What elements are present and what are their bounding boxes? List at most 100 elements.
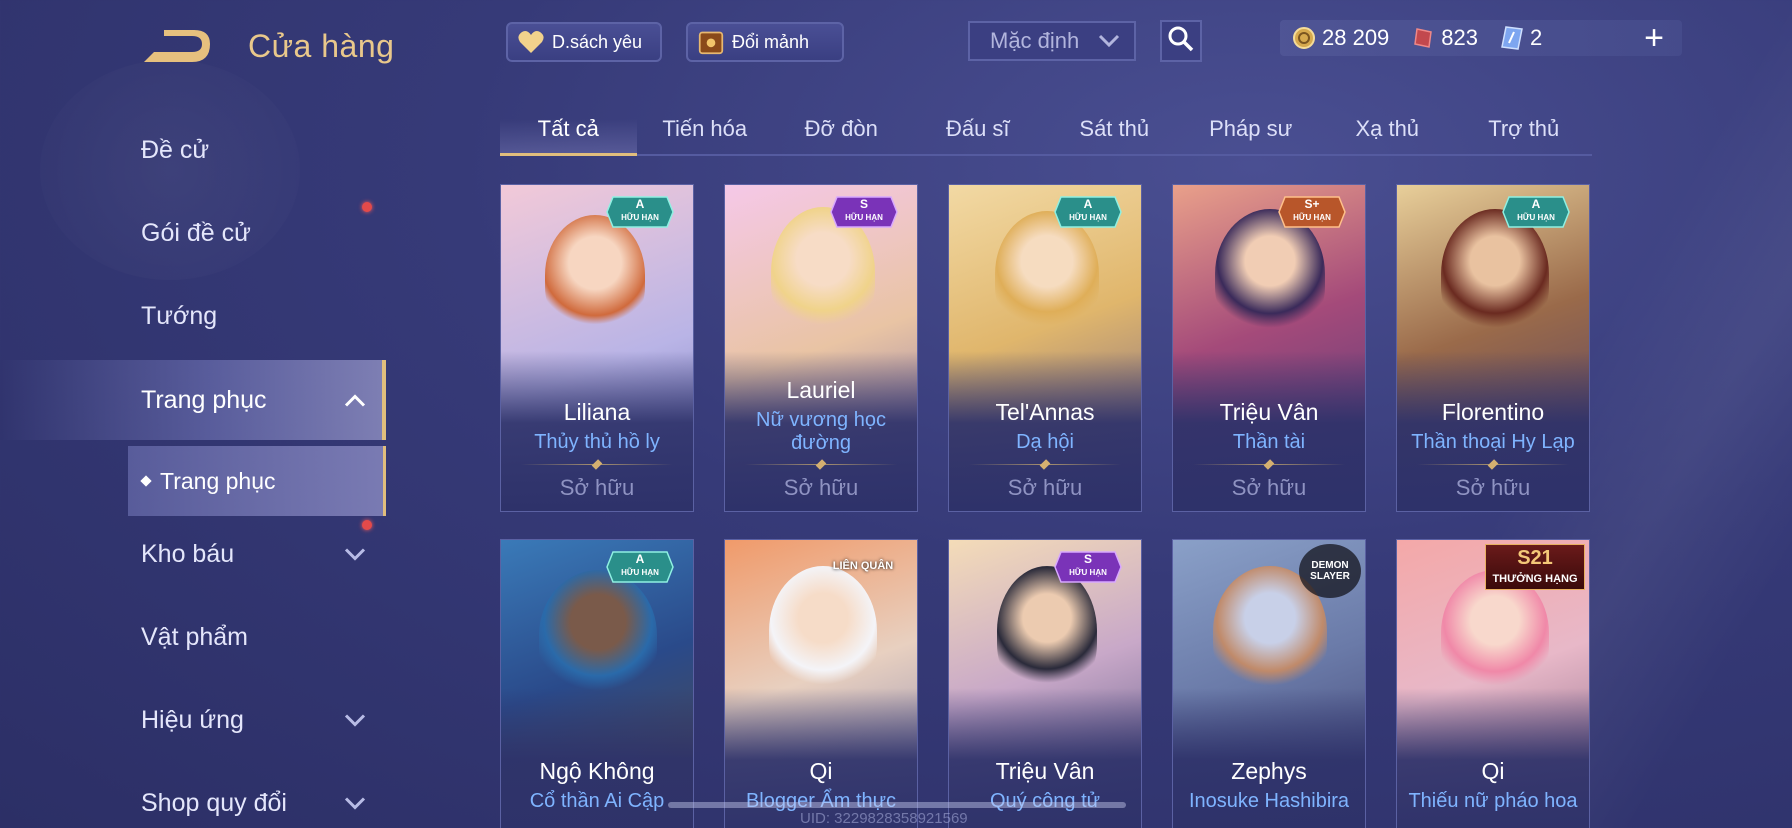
rank-badge: S HỮU HẠN: [829, 195, 899, 229]
rank-letter: A: [635, 552, 645, 566]
hero-name: Qi: [1481, 758, 1505, 784]
exchange-fragments-button[interactable]: Đổi mảnh: [686, 22, 844, 62]
skin-card[interactable]: A HỮU HẠN Florentino Thần thoại Hy Lạp S…: [1396, 184, 1590, 512]
skin-card[interactable]: S HỮU HẠN Triệu Vân Quý công tử: [948, 539, 1142, 828]
back-button[interactable]: [140, 28, 216, 68]
skin-card[interactable]: S21 THƯỞNG HẠNG Qi Thiếu nữ pháo hoa: [1396, 539, 1590, 828]
voucher-amount: 823: [1441, 25, 1479, 50]
rank-letter: A: [1531, 197, 1541, 211]
wishlist-label: D.sách yêu: [552, 31, 643, 52]
search-icon: [1167, 25, 1195, 58]
treasure-chest-icon: [698, 29, 724, 55]
card-divider: [745, 464, 897, 465]
hero-name: Qi: [809, 758, 833, 784]
rank-badge: A HỮU HẠN: [1501, 195, 1571, 229]
hero-name: Lauriel: [786, 377, 856, 403]
badge-label: THƯỞNG HẠNG: [1492, 573, 1578, 585]
gold-coin-icon: [1292, 26, 1316, 50]
tab-fighter[interactable]: Đấu sĩ: [910, 104, 1047, 154]
sidebar-item-skins[interactable]: Trang phục: [0, 360, 386, 440]
ownership-status: Sở hữu: [1231, 475, 1307, 500]
ticket-currency: 2: [1500, 25, 1542, 51]
skin-card[interactable]: A HỮU HẠN Tel'Annas Dạ hội Sở hữu: [948, 184, 1142, 512]
hero-name: Liliana: [563, 399, 631, 425]
sidebar-item-label: Shop quy đổi: [141, 788, 287, 817]
ticket-card-icon: [1500, 26, 1524, 50]
rank-badge: A HỮU HẠN: [605, 195, 675, 229]
hero-name: Tel'Annas: [995, 399, 1095, 425]
badge-label: HỮU HẠN: [621, 568, 659, 577]
season-rank: S21: [1517, 547, 1553, 569]
brand-badge: LIÊN QUÂN: [815, 550, 911, 584]
badge-label: HỮU HẠN: [621, 213, 659, 222]
sidebar-item-label: Vật phẩm: [141, 622, 249, 651]
sidebar-item-recommended-packs[interactable]: Gói đề cử: [0, 193, 386, 273]
card-divider: [1417, 464, 1569, 465]
rank-badge: S HỮU HẠN: [1053, 550, 1123, 584]
skin-card[interactable]: S+ HỮU HẠN Triệu Vân Thần tài Sở hữu: [1172, 184, 1366, 512]
tab-mage[interactable]: Pháp sư: [1183, 104, 1320, 154]
sidebar-item-label: Tướng: [141, 301, 218, 330]
tab-tank[interactable]: Đỡ đòn: [773, 104, 910, 154]
add-currency-button[interactable]: +: [1644, 21, 1664, 55]
sidebar-item-treasure[interactable]: Kho báu: [0, 514, 386, 594]
sidebar-item-label: Kho báu: [141, 539, 235, 568]
tab-evolution[interactable]: Tiến hóa: [637, 104, 774, 154]
sidebar-item-items[interactable]: Vật phẩm: [0, 597, 386, 677]
season-badge: S21 THƯỞNG HẠNG: [1485, 544, 1585, 590]
skin-name: Thần thoại Hy Lạp: [1411, 431, 1575, 453]
skin-card[interactable]: DEMON SLAYER Zephys Inosuke Hashibira: [1172, 539, 1366, 828]
sidebar-item-label: Trang phục: [141, 385, 267, 414]
user-id: UID: 3229828358921569: [800, 810, 968, 827]
ownership-status: Sở hữu: [559, 475, 635, 500]
rank-letter: A: [635, 197, 645, 211]
ownership-status: Sở hữu: [1455, 475, 1531, 500]
sort-dropdown[interactable]: Mặc định: [968, 21, 1136, 61]
search-button[interactable]: [1160, 20, 1202, 62]
rank-letter: S: [859, 197, 868, 211]
hero-name: Triệu Vân: [1219, 399, 1319, 425]
hero-name: Ngộ Không: [539, 758, 655, 784]
rank-letter: S: [1083, 552, 1092, 566]
tab-marksman[interactable]: Xạ thủ: [1319, 104, 1456, 154]
skin-name: Thiếu nữ pháo hoa: [1408, 790, 1578, 812]
skin-name: Thần tài: [1232, 431, 1306, 453]
rank-letter: S+: [1304, 197, 1320, 211]
tab-all[interactable]: Tất cả: [500, 104, 637, 156]
chevron-down-icon: [344, 706, 366, 735]
skin-name: Nữ vương học đường: [756, 409, 886, 454]
skin-card[interactable]: S HỮU HẠN Lauriel Nữ vương học đường Sở …: [724, 184, 918, 512]
badge-label: LIÊN QUÂN: [832, 560, 894, 572]
tab-assassin[interactable]: Sát thủ: [1046, 104, 1183, 154]
back-arrow-icon: [144, 30, 210, 62]
skin-card[interactable]: LIÊN QUÂN Qi Blogger Ẩm thực: [724, 539, 918, 828]
rank-badge: A HỮU HẠN: [605, 550, 675, 584]
fragments-label: Đổi mảnh: [732, 31, 810, 52]
currency-bar: 28 209 823 2 +: [1280, 20, 1682, 56]
sidebar-item-exchange-shop[interactable]: Shop quy đổi: [0, 763, 386, 828]
badge-label: HỮU HẠN: [1069, 568, 1107, 577]
chevron-down-icon: [344, 540, 366, 569]
tab-support[interactable]: Trợ thủ: [1456, 104, 1593, 154]
skin-card[interactable]: A HỮU HẠN Liliana Thủy thủ hồ ly Sở hữu: [500, 184, 694, 512]
badge-label: HỮU HẠN: [1517, 213, 1555, 222]
sidebar-item-label: Hiệu ứng: [141, 705, 244, 734]
sidebar-item-heroes[interactable]: Tướng: [0, 276, 386, 356]
ticket-amount: 2: [1530, 25, 1543, 50]
ownership-status: Sở hữu: [783, 475, 859, 500]
sort-value: Mặc định: [990, 28, 1080, 53]
badge-label: HỮU HẠN: [1069, 213, 1107, 222]
sidebar-subitem-skins[interactable]: Trang phục: [128, 446, 386, 516]
voucher-gem-icon: [1411, 26, 1435, 50]
chevron-down-icon: [1098, 28, 1120, 54]
scroll-indicator[interactable]: [668, 802, 1126, 808]
hero-name: Florentino: [1441, 399, 1545, 425]
sidebar-item-recommended[interactable]: Đề cử: [0, 110, 386, 190]
wishlist-button[interactable]: D.sách yêu: [506, 22, 662, 62]
sidebar-item-effects[interactable]: Hiệu ứng: [0, 680, 386, 760]
card-divider: [521, 464, 673, 465]
sidebar-subitem-label: Trang phục: [160, 467, 276, 494]
skin-name: Inosuke Hashibira: [1188, 790, 1350, 812]
skin-card[interactable]: A HỮU HẠN Ngộ Không Cổ thần Ai Cập: [500, 539, 694, 828]
skin-name: Dạ hội: [1016, 431, 1074, 453]
